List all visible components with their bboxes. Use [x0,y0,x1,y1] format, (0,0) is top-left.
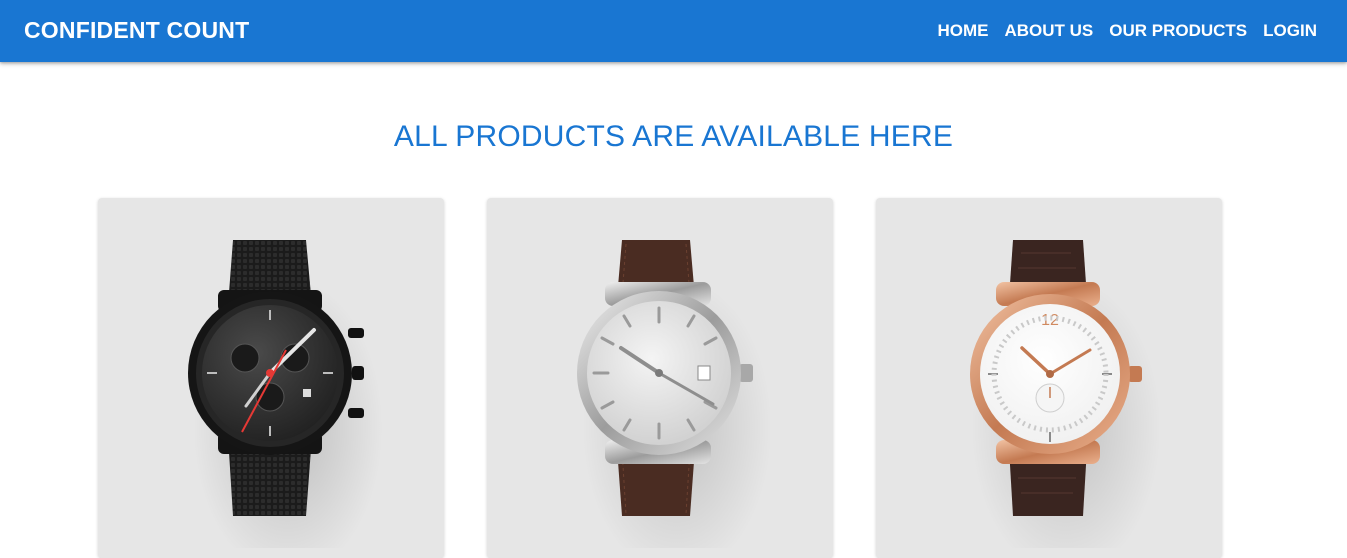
nav-login-link[interactable]: LOGIN [1263,21,1317,41]
top-navbar: CONFIDENT COUNT HOME ABOUT US OUR PRODUC… [0,0,1347,62]
page-heading: ALL PRODUCTS ARE AVAILABLE HERE [393,120,954,153]
nav-about-link[interactable]: ABOUT US [1004,21,1093,41]
nav-links: HOME ABOUT US OUR PRODUCTS LOGIN [937,21,1317,41]
nav-home-link[interactable]: HOME [937,21,988,41]
product-card-3[interactable]: 12 [876,198,1222,558]
product-card-2[interactable] [487,198,833,558]
silver-dress-watch-image [577,240,772,548]
rose-gold-watch-image: 12 [970,240,1161,548]
nav-products-link[interactable]: OUR PRODUCTS [1109,21,1247,41]
brand-logo[interactable]: CONFIDENT COUNT [24,17,249,44]
black-chronograph-watch-image [188,240,383,548]
product-card-1[interactable] [98,198,444,558]
